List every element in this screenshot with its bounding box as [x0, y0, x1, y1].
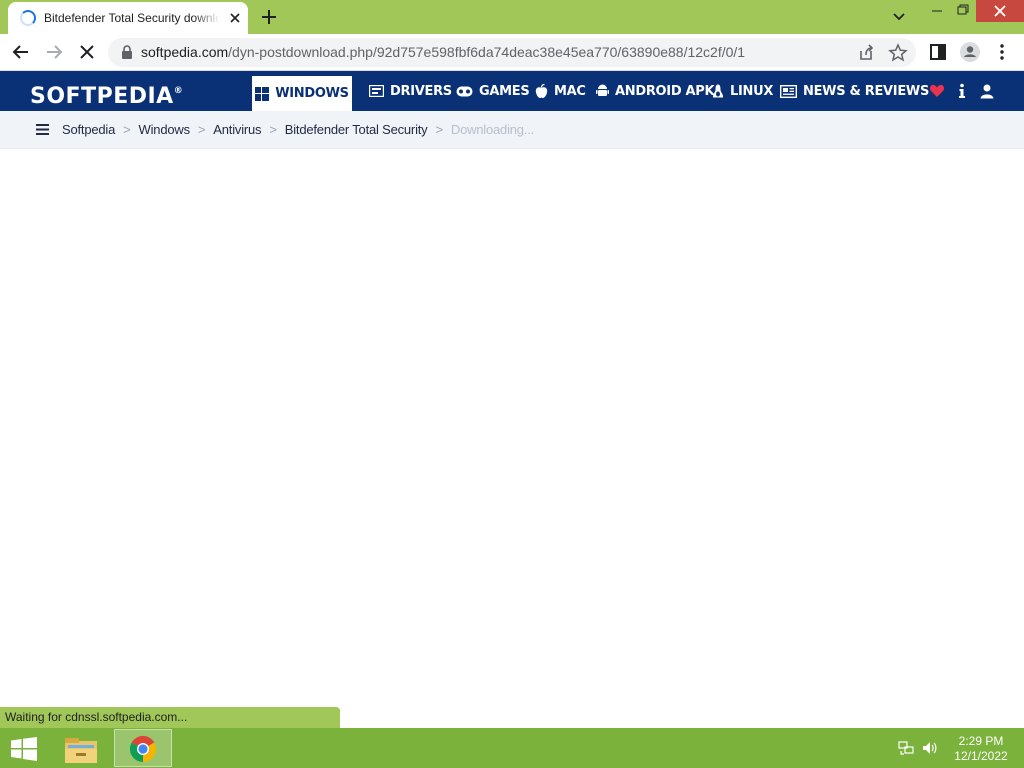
drivers-icon	[369, 85, 384, 97]
share-icon[interactable]	[854, 41, 878, 65]
system-clock[interactable]: 2:29 PM 12/1/2022	[946, 734, 1016, 764]
start-windows-icon[interactable]	[10, 737, 38, 761]
lock-icon[interactable]	[120, 45, 134, 60]
nav-item-news-reviews[interactable]: NEWS & REVIEWS	[780, 71, 929, 111]
stop-loading-icon[interactable]	[75, 40, 99, 64]
nav-item-drivers[interactable]: DRIVERS	[369, 71, 452, 111]
status-bubble: Waiting for cdnssl.softpedia.com...	[0, 707, 340, 728]
nav-item-label: DRIVERS	[390, 83, 452, 99]
url-text[interactable]: softpedia.com/dyn-postdownload.php/92d75…	[141, 44, 745, 61]
windows-icon	[255, 86, 270, 101]
nav-item-windows[interactable]: WINDOWS	[252, 76, 352, 111]
tab-search-chevron-icon[interactable]	[888, 8, 910, 26]
nav-item-label: GAMES	[479, 83, 530, 99]
nav-item-label: LINUX	[730, 83, 774, 99]
forward-arrow-icon[interactable]	[42, 40, 66, 64]
browser-tab-strip: Bitdefender Total Security download	[0, 0, 1024, 34]
info-icon[interactable]	[954, 83, 970, 99]
url-path: /dyn-postdownload.php/92d757e598fbf6da74…	[228, 44, 746, 60]
breadcrumb-current: Downloading...	[450, 122, 535, 137]
chrome-taskbar-button[interactable]	[114, 729, 172, 767]
breadcrumb-item-softpedia[interactable]: Softpedia	[62, 122, 115, 138]
nav-item-label: ANDROID APK	[615, 83, 715, 99]
new-tab-icon[interactable]	[258, 6, 280, 28]
logo-registered-mark: ®	[173, 86, 184, 96]
breadcrumb-item-bitdefender[interactable]: Bitdefender Total Security	[285, 122, 428, 138]
breadcrumb: Softpedia > Windows > Antivirus > Bitdef…	[62, 122, 534, 138]
apple-icon	[535, 83, 548, 98]
chrome-icon	[129, 735, 157, 763]
softpedia-nav-bar: SOFTPEDIA® WINDOWS DRIVERS GAMES MAC AND…	[0, 71, 1024, 111]
logo-text: SOFTPEDIA	[30, 84, 174, 109]
tab-close-icon[interactable]	[226, 9, 244, 27]
tab-title: Bitdefender Total Security download	[44, 11, 220, 25]
browser-toolbar: softpedia.com/dyn-postdownload.php/92d75…	[0, 34, 1024, 71]
bookmark-star-icon[interactable]	[886, 41, 910, 65]
address-bar[interactable]: softpedia.com/dyn-postdownload.php/92d75…	[108, 38, 916, 67]
nav-item-linux[interactable]: LINUX	[712, 71, 773, 111]
nav-item-label: WINDOWS	[275, 86, 349, 101]
heart-icon[interactable]	[929, 83, 945, 99]
breadcrumb-bar: Softpedia > Windows > Antivirus > Bitdef…	[0, 111, 1024, 149]
page-content-area	[0, 150, 1024, 707]
loading-spinner-icon	[20, 10, 36, 26]
window-restore-icon[interactable]	[946, 0, 980, 22]
gamepad-icon	[456, 86, 473, 96]
side-panel-icon[interactable]	[926, 40, 950, 64]
profile-avatar-icon[interactable]	[958, 40, 982, 64]
volume-icon[interactable]	[922, 740, 938, 756]
nav-item-android-apk[interactable]: ANDROID APK	[596, 71, 715, 111]
softpedia-logo[interactable]: SOFTPEDIA®	[30, 78, 184, 109]
clock-time: 2:29 PM	[958, 734, 1004, 748]
hamburger-menu-icon[interactable]	[36, 124, 49, 135]
window-close-icon[interactable]	[976, 0, 1024, 22]
breadcrumb-separator: >	[123, 122, 131, 137]
breadcrumb-item-windows[interactable]: Windows	[139, 122, 191, 138]
linux-icon	[712, 84, 724, 97]
news-icon	[780, 84, 797, 98]
user-icon[interactable]	[979, 83, 995, 99]
nav-item-games[interactable]: GAMES	[456, 71, 530, 111]
network-icon[interactable]	[898, 740, 914, 756]
nav-item-label: NEWS & REVIEWS	[803, 83, 930, 99]
breadcrumb-separator: >	[435, 122, 443, 137]
nav-item-mac[interactable]: MAC	[535, 71, 586, 111]
url-host: softpedia.com	[141, 44, 229, 60]
back-arrow-icon[interactable]	[9, 40, 33, 64]
breadcrumb-separator: >	[269, 122, 277, 137]
breadcrumb-separator: >	[197, 122, 206, 137]
nav-item-label: MAC	[554, 83, 586, 99]
breadcrumb-item-antivirus[interactable]: Antivirus	[213, 122, 261, 138]
menu-kebab-icon[interactable]	[990, 40, 1014, 64]
clock-date: 12/1/2022	[954, 749, 1008, 763]
taskbar: 2:29 PM 12/1/2022	[0, 728, 1024, 768]
file-explorer-icon[interactable]	[62, 732, 100, 766]
android-icon	[596, 84, 609, 96]
browser-tab[interactable]: Bitdefender Total Security download	[8, 2, 248, 34]
